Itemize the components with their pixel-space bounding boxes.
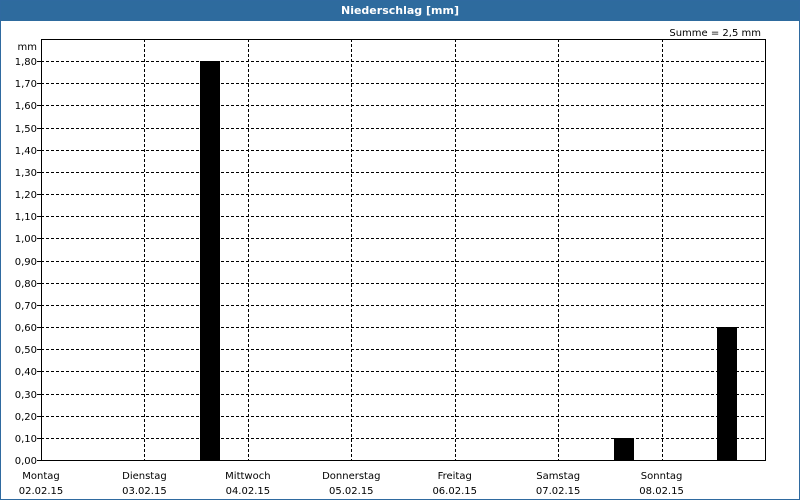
y-tick-label: 1,10: [15, 212, 37, 223]
x-label-date: 02.02.15: [19, 486, 64, 497]
x-label-day: Freitag: [438, 471, 472, 482]
x-label-day: Mittwoch: [225, 471, 270, 482]
y-tick-label: 1,60: [15, 101, 37, 112]
sum-annotation: Summe = 2,5 mm: [669, 28, 761, 39]
x-label-date: 06.02.15: [432, 486, 477, 497]
y-tick-label: 0,60: [15, 323, 37, 334]
x-label-date: 04.02.15: [226, 486, 271, 497]
x-label-date: 08.02.15: [639, 486, 684, 497]
y-axis-unit-label: mm: [18, 42, 37, 53]
y-tick-label: 1,80: [15, 57, 37, 68]
y-tick-label: 0,10: [15, 434, 37, 445]
y-tick-label: 0,70: [15, 301, 37, 312]
y-tick-label: 0,40: [15, 367, 37, 378]
y-tick-label: 1,30: [15, 168, 37, 179]
x-label-date: 03.02.15: [122, 486, 167, 497]
y-tick-label: 0,30: [15, 390, 37, 401]
bar-sonntag: [717, 327, 737, 460]
x-label-day: Dienstag: [122, 471, 167, 482]
y-tick-label: 1,20: [15, 190, 37, 201]
y-tick-label: 0,80: [15, 279, 37, 290]
y-tick-label: 1,70: [15, 79, 37, 90]
y-tick-label: 0,50: [15, 345, 37, 356]
y-tick-label: 0,00: [15, 456, 37, 467]
precipitation-chart: 0,00 0,10 0,20 0,30 0,40 0,50 0,60 0,70 0,80 0,90…: [15, 28, 766, 497]
y-tick-label: 0,90: [15, 257, 37, 268]
plot-area-border: [41, 39, 766, 461]
x-label-day: Sonntag: [641, 471, 683, 482]
bar-dienstag: [200, 61, 220, 460]
x-label-day: Samstag: [536, 471, 580, 482]
y-tick-label: 1,00: [15, 234, 37, 245]
x-label-date: 05.02.15: [329, 486, 374, 497]
x-label-day: Donnerstag: [322, 471, 380, 482]
y-tick-label: 1,50: [15, 124, 37, 135]
bar-samstag: [614, 438, 634, 460]
x-label-date: 07.02.15: [536, 486, 581, 497]
y-tick-label: 1,40: [15, 146, 37, 157]
x-label-day: Montag: [22, 471, 59, 482]
y-tick-label: 0,20: [15, 412, 37, 423]
